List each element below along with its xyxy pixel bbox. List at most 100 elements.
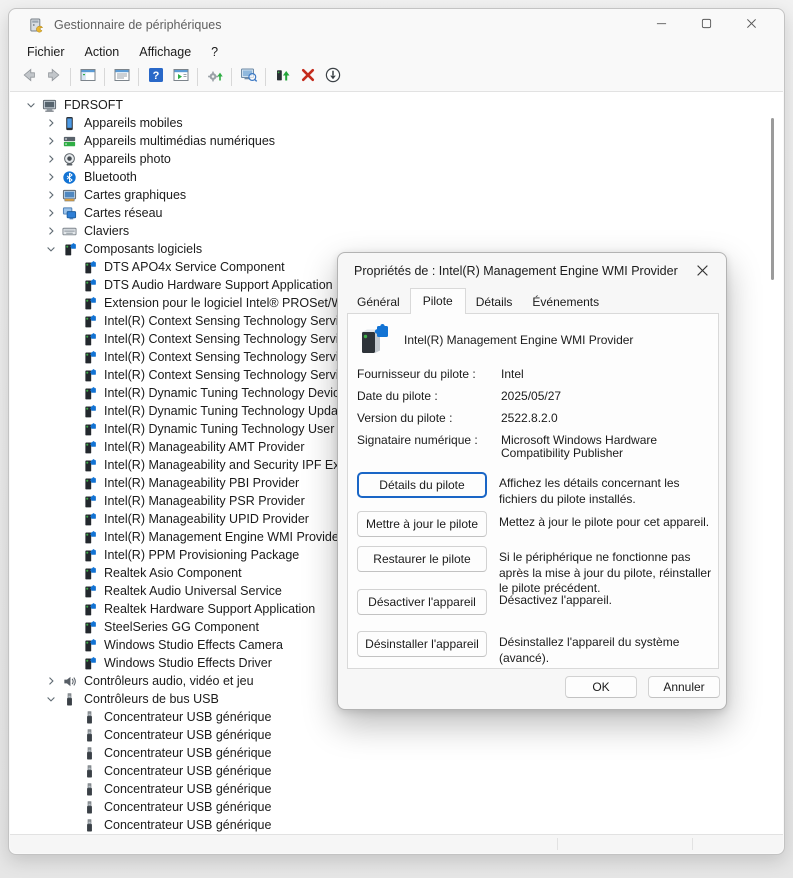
tree-item[interactable]: Appareils multimédias numériques [10, 132, 783, 150]
details-du-pilote-button[interactable]: Détails du pilote [357, 472, 487, 498]
field-label: Version du pilote : [357, 412, 501, 425]
cancel-button[interactable]: Annuler [648, 676, 720, 698]
dialog-tabs: GénéralPiloteDétailsÉvénements [347, 287, 609, 313]
uninstall-device-button[interactable] [295, 65, 320, 89]
tree-item[interactable]: Bluetooth [10, 168, 783, 186]
menu-item[interactable]: ? [201, 43, 228, 61]
tree-item-label: Intel(R) Context Sensing Technology Serv… [101, 368, 352, 382]
software-component-icon [82, 620, 101, 635]
chevron-right-icon[interactable] [40, 207, 62, 219]
tree-item[interactable]: Concentrateur USB générique [10, 780, 783, 798]
mobile-device-icon [62, 116, 81, 131]
multimedia-device-icon [62, 134, 81, 149]
desinstaller-l-appareil-button[interactable]: Désinstaller l'appareil [357, 631, 487, 657]
tree-item-label: Appareils photo [81, 152, 171, 166]
window-controls [639, 9, 774, 41]
software-component-icon [82, 350, 101, 365]
tree-item[interactable]: Concentrateur USB générique [10, 762, 783, 780]
tree-item[interactable]: Cartes réseau [10, 204, 783, 222]
chevron-right-icon[interactable] [40, 153, 62, 165]
tree-item[interactable]: Concentrateur USB générique [10, 798, 783, 816]
close-button[interactable] [729, 9, 774, 41]
menu-fichier[interactable]: Fichier [17, 43, 75, 61]
chevron-right-icon[interactable] [40, 117, 62, 129]
audio-controller-icon [62, 674, 81, 689]
tree-item-label: Intel(R) Dynamic Tuning Technology Updat… [101, 404, 353, 418]
action-description: Mettez à jour le pilote pour cet apparei… [499, 511, 713, 531]
driver-field: Version du pilote :2522.8.2.0 [357, 412, 711, 425]
tree-item-label: Cartes réseau [81, 206, 163, 220]
tree-item-label: Intel(R) Manageability UPID Provider [101, 512, 309, 526]
vertical-scrollbar[interactable] [771, 118, 774, 280]
scan-hardware-button[interactable] [202, 65, 227, 89]
software-component-icon [82, 332, 101, 347]
tree-item-label: Concentrateur USB générique [101, 818, 271, 832]
window-action-button[interactable] [168, 65, 193, 89]
minimize-button[interactable] [639, 9, 684, 41]
toolbar: ? [9, 63, 784, 91]
tab-details[interactable]: Détails [466, 292, 523, 313]
usb-device-icon [82, 764, 101, 779]
help-button[interactable]: ? [143, 65, 168, 89]
tab-general[interactable]: Général [347, 292, 410, 313]
chevron-down-icon[interactable] [40, 243, 62, 255]
maximize-button[interactable] [684, 9, 729, 41]
tree-item-label: SteelSeries GG Component [101, 620, 259, 634]
chevron-right-icon[interactable] [40, 189, 62, 201]
arrow-right-button[interactable] [41, 65, 66, 89]
ok-button[interactable]: OK [565, 676, 637, 698]
menu-action[interactable]: Action [75, 43, 130, 61]
driver-action-row: Désactiver l'appareilDésactivez l'appare… [357, 589, 711, 609]
camera-icon [62, 152, 81, 167]
toolbar-separator [104, 68, 105, 86]
field-value: 2522.8.2.0 [501, 412, 711, 425]
chevron-down-icon[interactable] [40, 693, 62, 705]
tree-item-label: Appareils multimédias numériques [81, 134, 275, 148]
chevron-right-icon[interactable] [40, 675, 62, 687]
tree-item-label: Realtek Hardware Support Application [101, 602, 315, 616]
tree-item[interactable]: Cartes graphiques [10, 186, 783, 204]
disable-device-button[interactable] [320, 65, 345, 89]
chevron-down-icon[interactable] [20, 99, 42, 111]
software-component-icon [82, 530, 101, 545]
chevron-right-icon[interactable] [40, 171, 62, 183]
desktop-backdrop: { "colors":{"accent_blue":"#1a66c6","puz… [0, 0, 793, 878]
tree-item[interactable]: Concentrateur USB générique [10, 744, 783, 762]
remote-desktop-button[interactable] [236, 65, 261, 89]
update-driver-button[interactable] [270, 65, 295, 89]
tree-item[interactable]: Concentrateur USB générique [10, 816, 783, 834]
tree-item[interactable]: Claviers [10, 222, 783, 240]
tree-item[interactable]: FDRSOFT [10, 96, 783, 114]
restaurer-le-pilote-button[interactable]: Restaurer le pilote [357, 546, 487, 572]
show-tree-panel-button[interactable] [75, 65, 100, 89]
tree-item-label: Extension pour le logiciel Intel® PROSet… [101, 296, 360, 310]
keyboard-icon [62, 224, 81, 239]
statusbar-divider [557, 838, 558, 850]
tree-item[interactable]: Appareils mobiles [10, 114, 783, 132]
tree-item[interactable]: Appareils photo [10, 150, 783, 168]
software-component-icon [82, 476, 101, 491]
dialog-close-button[interactable] [690, 260, 714, 284]
computer-icon [42, 98, 61, 113]
menu-affichage[interactable]: Affichage [129, 43, 201, 61]
tree-item-label: Intel(R) Dynamic Tuning Technology Devic… [101, 386, 358, 400]
chevron-right-icon[interactable] [40, 135, 62, 147]
mettre-a-jour-le-pilote-button[interactable]: Mettre à jour le pilote [357, 511, 487, 537]
tree-item-label: Composants logiciels [81, 242, 202, 256]
software-component-icon [82, 512, 101, 527]
chevron-right-icon[interactable] [40, 225, 62, 237]
window-title: Gestionnaire de périphériques [54, 18, 221, 32]
driver-action-row: Mettre à jour le piloteMettez à jour le … [357, 511, 711, 531]
tree-item[interactable]: Concentrateur USB générique [10, 708, 783, 726]
properties-window-button[interactable] [109, 65, 134, 89]
window-action-icon [172, 66, 190, 89]
desactiver-l-appareil-button[interactable]: Désactiver l'appareil [357, 589, 487, 615]
titlebar[interactable]: Gestionnaire de périphériques [9, 9, 784, 41]
arrow-left-button[interactable] [16, 65, 41, 89]
tab-pilote[interactable]: Pilote [410, 288, 466, 314]
tree-item-label: Concentrateur USB générique [101, 764, 271, 778]
tab-evenements[interactable]: Événements [522, 292, 609, 313]
tree-item-label: Realtek Asio Component [101, 566, 242, 580]
tree-item[interactable]: Concentrateur USB générique [10, 726, 783, 744]
tree-item-label: Intel(R) Manageability AMT Provider [101, 440, 305, 454]
